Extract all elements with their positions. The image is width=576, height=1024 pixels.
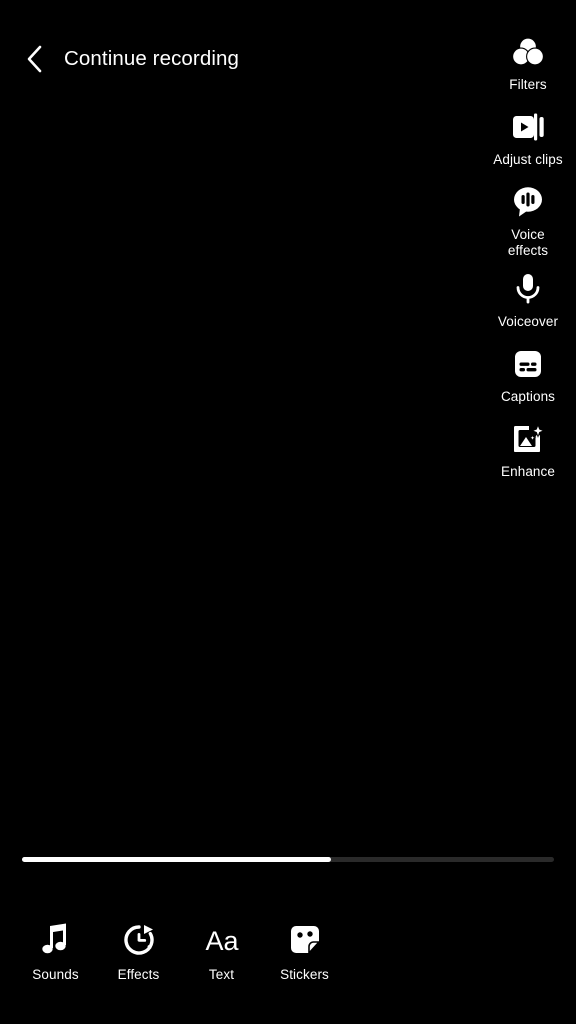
sidebar-item-enhance[interactable]: Enhance [480, 419, 576, 480]
enhance-icon [508, 419, 548, 459]
bottom-tool-list: Sounds Effects Aa Text Stickers [14, 920, 346, 982]
bottom-item-text[interactable]: Aa Text [180, 920, 263, 982]
sidebar-item-label: Captions [500, 389, 556, 404]
timeline-progress-fill [22, 857, 331, 862]
page-title: Continue recording [64, 47, 240, 70]
bottom-item-label: Sounds [32, 967, 79, 982]
time-effect-icon [119, 920, 159, 960]
bottom-toolbar: Sounds Effects Aa Text Stickers [0, 904, 576, 1024]
voice-effects-icon [508, 182, 548, 222]
tool-sidebar: Filters Adjust clips Voice effects Voice… [480, 32, 576, 490]
bottom-item-stickers[interactable]: Stickers [263, 920, 346, 982]
sidebar-item-captions[interactable]: Captions [480, 344, 576, 405]
back-button[interactable] [18, 42, 52, 76]
bottom-item-effects[interactable]: Effects [97, 920, 180, 982]
sidebar-item-voiceover[interactable]: Voiceover [480, 269, 576, 330]
chevron-left-icon [24, 44, 46, 74]
video-editor-screen: Continue recording Filters Adjust clips … [0, 0, 576, 1024]
bottom-item-label: Effects [117, 967, 160, 982]
sidebar-item-adjust-clips[interactable]: Adjust clips [480, 107, 576, 168]
sticker-icon [285, 920, 325, 960]
svg-text:Aa: Aa [205, 926, 239, 956]
header: Continue recording [18, 36, 239, 82]
sidebar-item-label: Filters [509, 77, 547, 92]
filters-icon [508, 32, 548, 72]
bottom-item-label: Text [208, 967, 235, 982]
sidebar-item-label: Enhance [501, 464, 555, 479]
bottom-item-sounds[interactable]: Sounds [14, 920, 97, 982]
adjust-clips-icon [508, 107, 548, 147]
timeline-scrubber[interactable] [22, 857, 554, 862]
captions-icon [508, 344, 548, 384]
music-note-icon [36, 920, 76, 960]
sidebar-item-voice-effects[interactable]: Voice effects [480, 182, 576, 259]
sidebar-item-label: Voice effects [507, 227, 549, 258]
bottom-item-label: Stickers [280, 967, 329, 982]
microphone-icon [508, 269, 548, 309]
sidebar-item-label: Voiceover [497, 314, 559, 329]
sidebar-item-label: Adjust clips [493, 152, 563, 167]
sidebar-item-filters[interactable]: Filters [480, 32, 576, 93]
text-aa-icon: Aa [202, 920, 242, 960]
